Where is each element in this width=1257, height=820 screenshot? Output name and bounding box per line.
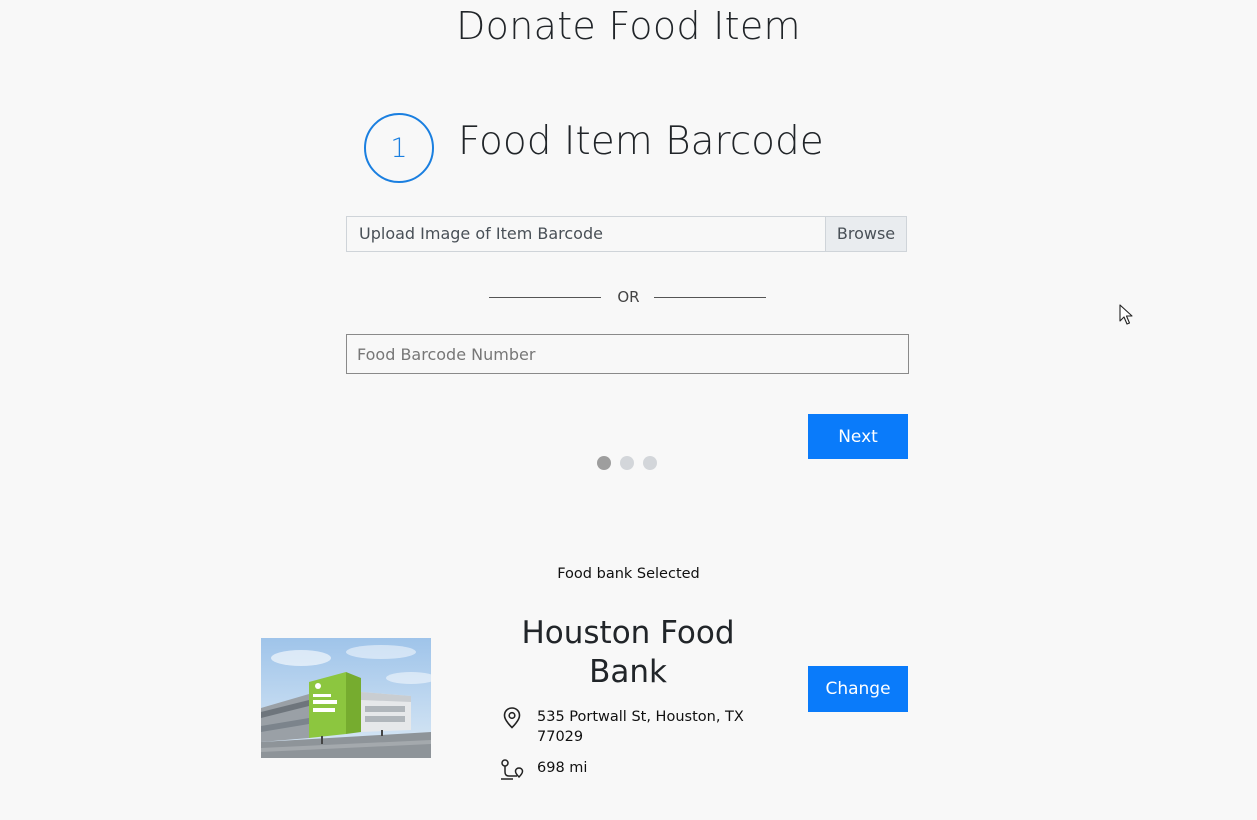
foodbank-selected-label: Food bank Selected [557,566,700,582]
mouse-cursor-icon [1119,304,1133,330]
foodbank-address: 535 Portwall St, Houston, TX 77029 [537,709,744,745]
barcode-image-upload[interactable]: Upload Image of Item Barcode Browse [346,216,907,252]
barcode-number-input[interactable] [346,334,909,374]
next-button[interactable]: Next [808,414,908,459]
upload-label[interactable]: Upload Image of Item Barcode [347,217,825,251]
location-pin-icon [502,707,522,733]
step-number-badge: 1 [364,113,434,183]
browse-button[interactable]: Browse [825,217,906,251]
foodbank-distance: 698 mi [537,760,588,776]
step-dot-1[interactable] [597,456,611,470]
page-title: Donate Food Item [456,4,801,48]
or-divider-right [654,297,766,298]
step-title: Food Item Barcode [458,119,824,164]
foodbank-name: Houston Food Bank [521,615,735,690]
step-number: 1 [390,132,408,164]
route-icon [500,758,524,784]
step-dot-3[interactable] [643,456,657,470]
foodbank-building-photo [261,638,431,758]
or-divider-text: OR [617,288,640,306]
step-dot-2[interactable] [620,456,634,470]
change-foodbank-button[interactable]: Change [808,666,908,712]
